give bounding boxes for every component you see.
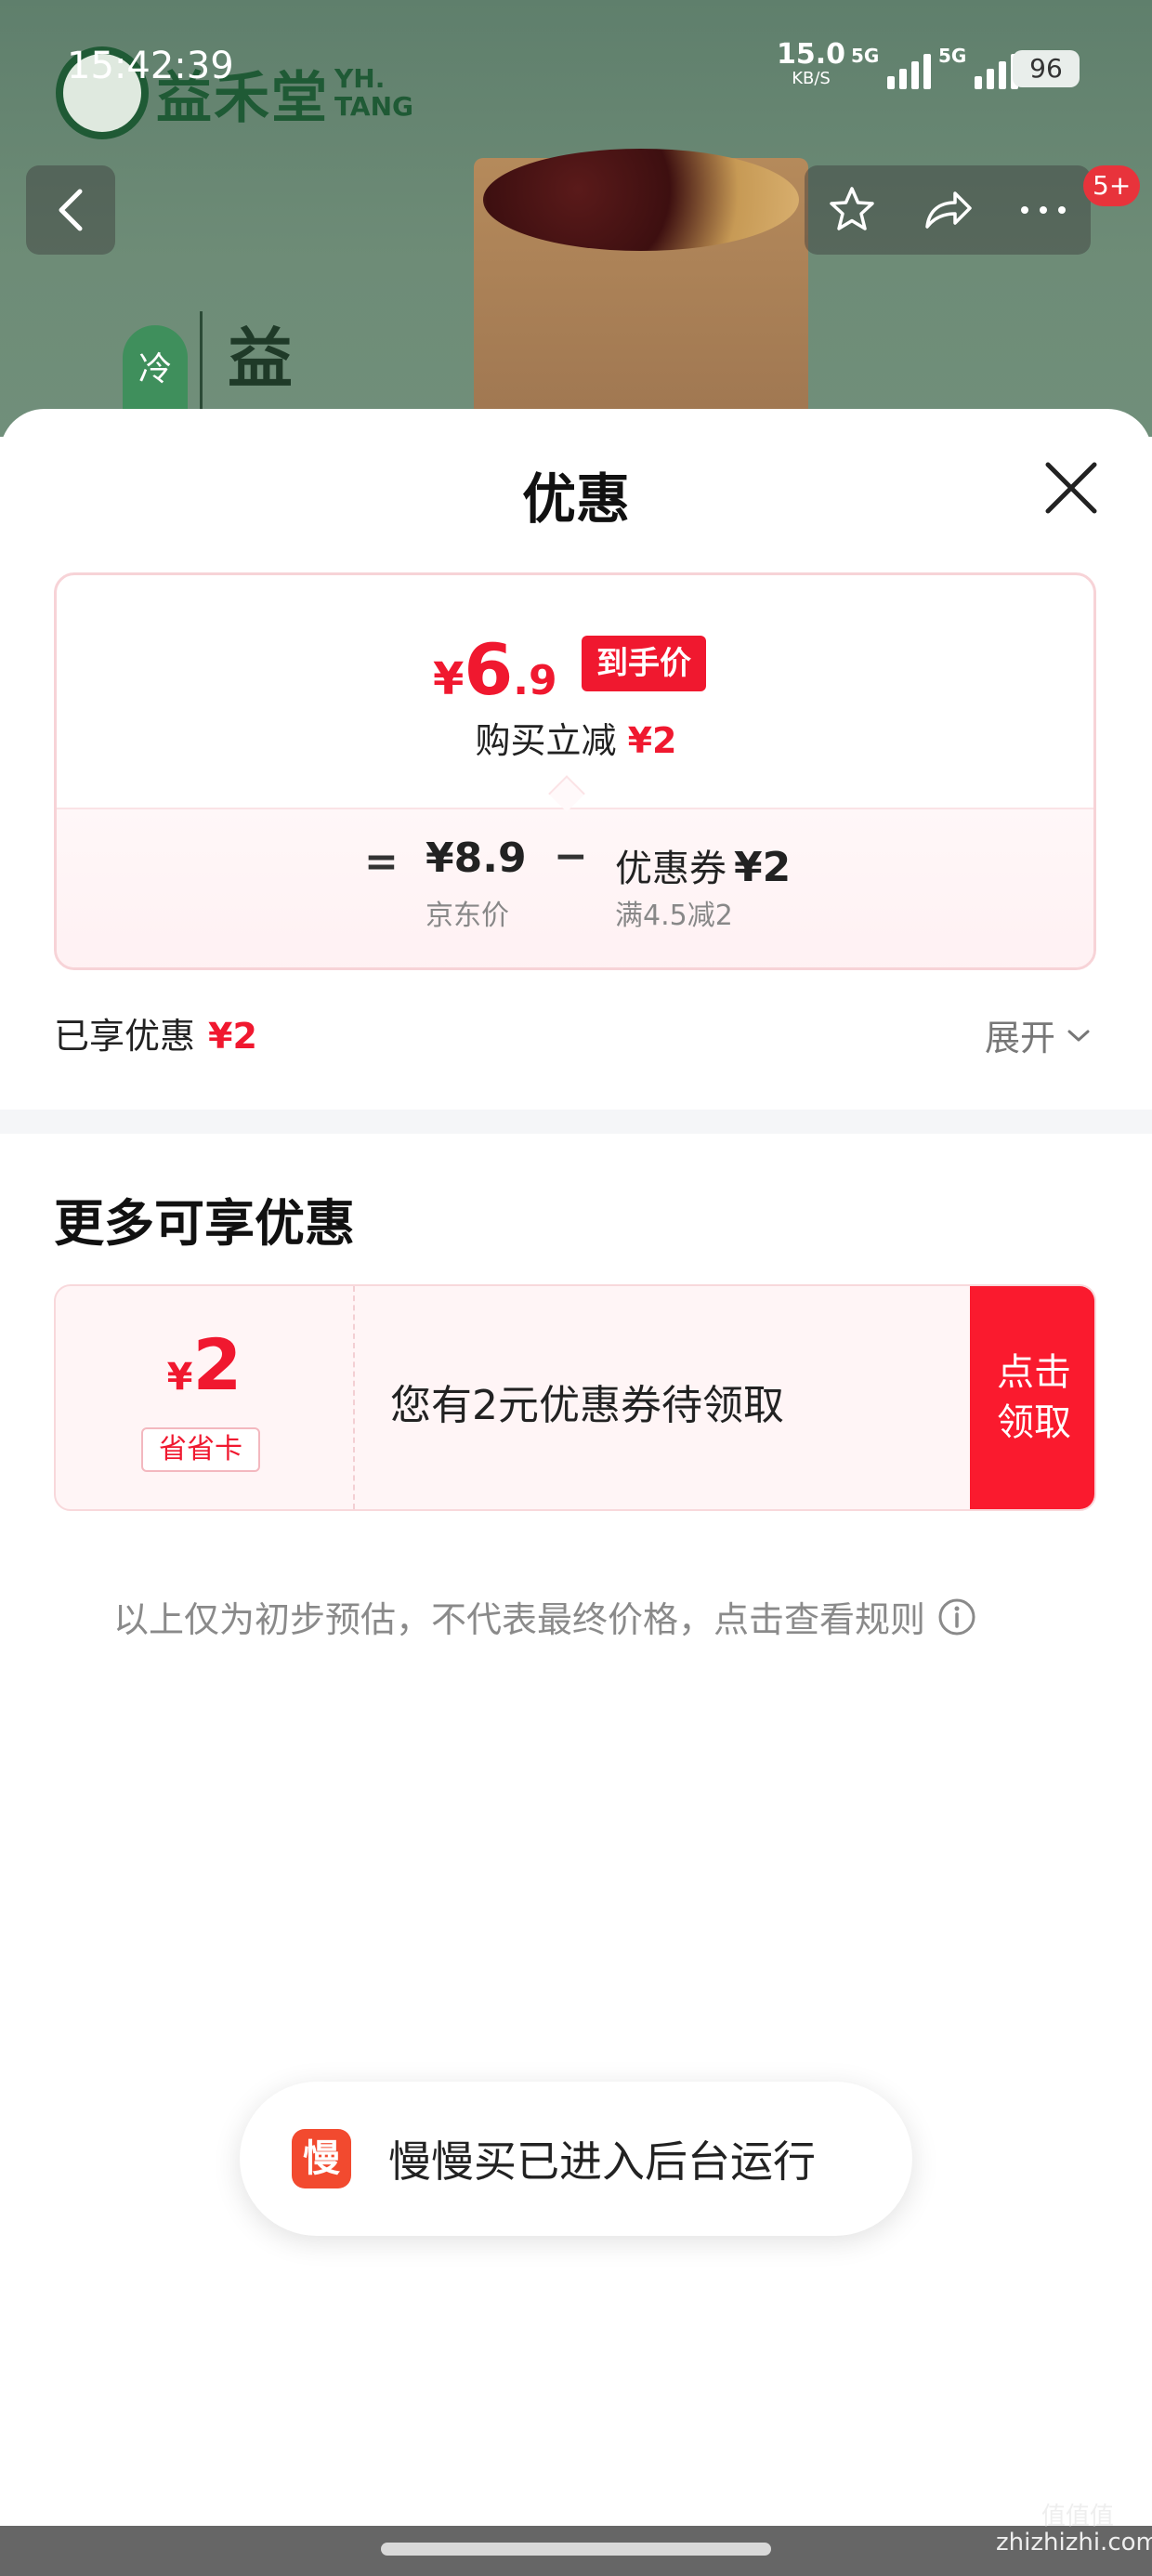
nav-actions xyxy=(805,165,1091,255)
battery-indicator: 96 xyxy=(1013,50,1080,87)
chevron-left-icon xyxy=(59,189,83,231)
sim2-label: 5G xyxy=(938,45,967,67)
watermark: 值值值 zhizhizhi.com xyxy=(996,2504,1152,2556)
toast-text: 慢慢买已进入后台运行 xyxy=(388,2136,816,2187)
network-speed: 15.0 KB/S xyxy=(777,38,846,91)
manmanmai-app-icon: 慢 xyxy=(292,2129,351,2188)
price-decimal: .9 xyxy=(513,657,557,704)
clock: 15:42:39 xyxy=(67,45,234,87)
back-button[interactable] xyxy=(26,165,115,255)
message-badge: 5+ xyxy=(1083,165,1141,206)
enjoyed-discount-label: 已享优惠 xyxy=(54,1016,196,1057)
product-topping-image xyxy=(483,149,799,251)
instant-discount-amount: ¥2 xyxy=(627,720,677,761)
coupon-deduction: 优惠券 ¥2 xyxy=(615,838,791,892)
disclaimer-text: 以上仅为初步预估，不代表最终价格，点击查看规则 xyxy=(113,1599,926,1640)
enjoyed-discount-amount: ¥2 xyxy=(208,1016,257,1057)
price-card xyxy=(54,572,1096,970)
claim-button-line1: 点击 xyxy=(997,1352,1071,1393)
share-icon[interactable] xyxy=(920,184,975,236)
sheet-title: 优惠 xyxy=(521,467,630,531)
enjoyed-discount: 已享优惠 ¥2 xyxy=(54,1007,257,1058)
watermark-line1: 值值值 xyxy=(1041,2503,1114,2530)
expand-button[interactable]: 展开 xyxy=(985,1009,1094,1060)
jd-price-label: 京东价 xyxy=(425,900,509,932)
final-price-tag: 到手价 xyxy=(582,636,706,691)
coupon-label: 优惠券 xyxy=(615,848,727,890)
more-discounts-title: 更多可享优惠 xyxy=(54,1194,355,1253)
instant-discount-label: 购买立减 xyxy=(475,720,617,761)
status-bar: 15:42:39 15.0 KB/S 5G 5G 96 xyxy=(0,0,1152,130)
claim-button-line2: 领取 xyxy=(997,1402,1071,1443)
promo-card: ¥2 省省卡 您有2元优惠券待领取 点击 领取 xyxy=(54,1284,1096,1511)
claim-coupon-button[interactable]: 点击 领取 xyxy=(970,1286,1094,1509)
more-icon[interactable] xyxy=(1017,201,1069,219)
background-running-toast: 慢 慢慢买已进入后台运行 xyxy=(240,2082,912,2236)
currency-symbol: ¥ xyxy=(433,653,465,705)
coupon-rule: 满4.5减2 xyxy=(615,900,733,932)
star-icon[interactable] xyxy=(826,184,878,236)
section-divider xyxy=(0,1110,1152,1134)
expand-label: 展开 xyxy=(985,1018,1056,1058)
final-price: ¥ 6 .9 xyxy=(433,628,557,711)
minus-sign: − xyxy=(554,833,588,880)
disclaimer-link[interactable]: 以上仅为初步预估，不代表最终价格，点击查看规则 xyxy=(113,1591,977,1642)
coupon-amount: ¥2 xyxy=(734,844,792,891)
promo-value: 2 xyxy=(192,1323,242,1406)
promo-amount: ¥2 xyxy=(56,1323,353,1406)
info-icon xyxy=(938,1598,975,1635)
promo-currency: ¥ xyxy=(166,1356,193,1399)
signal-2-icon: 5G xyxy=(938,45,1019,89)
instant-discount-line: 购买立减 ¥2 xyxy=(0,712,1152,763)
watermark-line2: zhizhizhi.com xyxy=(996,2529,1152,2556)
jd-price: ¥8.9 xyxy=(425,835,527,882)
promo-text: 您有2元优惠券待领取 xyxy=(390,1382,784,1429)
equals-sign: = xyxy=(364,838,399,886)
promo-amount-area: ¥2 省省卡 xyxy=(56,1286,355,1509)
home-indicator[interactable] xyxy=(381,2543,771,2556)
sim1-label: 5G xyxy=(851,45,880,67)
network-speed-value: 15.0 xyxy=(777,38,846,71)
chevron-down-icon xyxy=(1067,1030,1090,1041)
signal-1-icon: 5G xyxy=(851,45,932,89)
promo-tag: 省省卡 xyxy=(141,1427,260,1472)
product-title-fragment: 益 xyxy=(228,321,293,397)
price-integer: 6 xyxy=(464,628,514,711)
close-icon[interactable] xyxy=(1042,459,1100,517)
